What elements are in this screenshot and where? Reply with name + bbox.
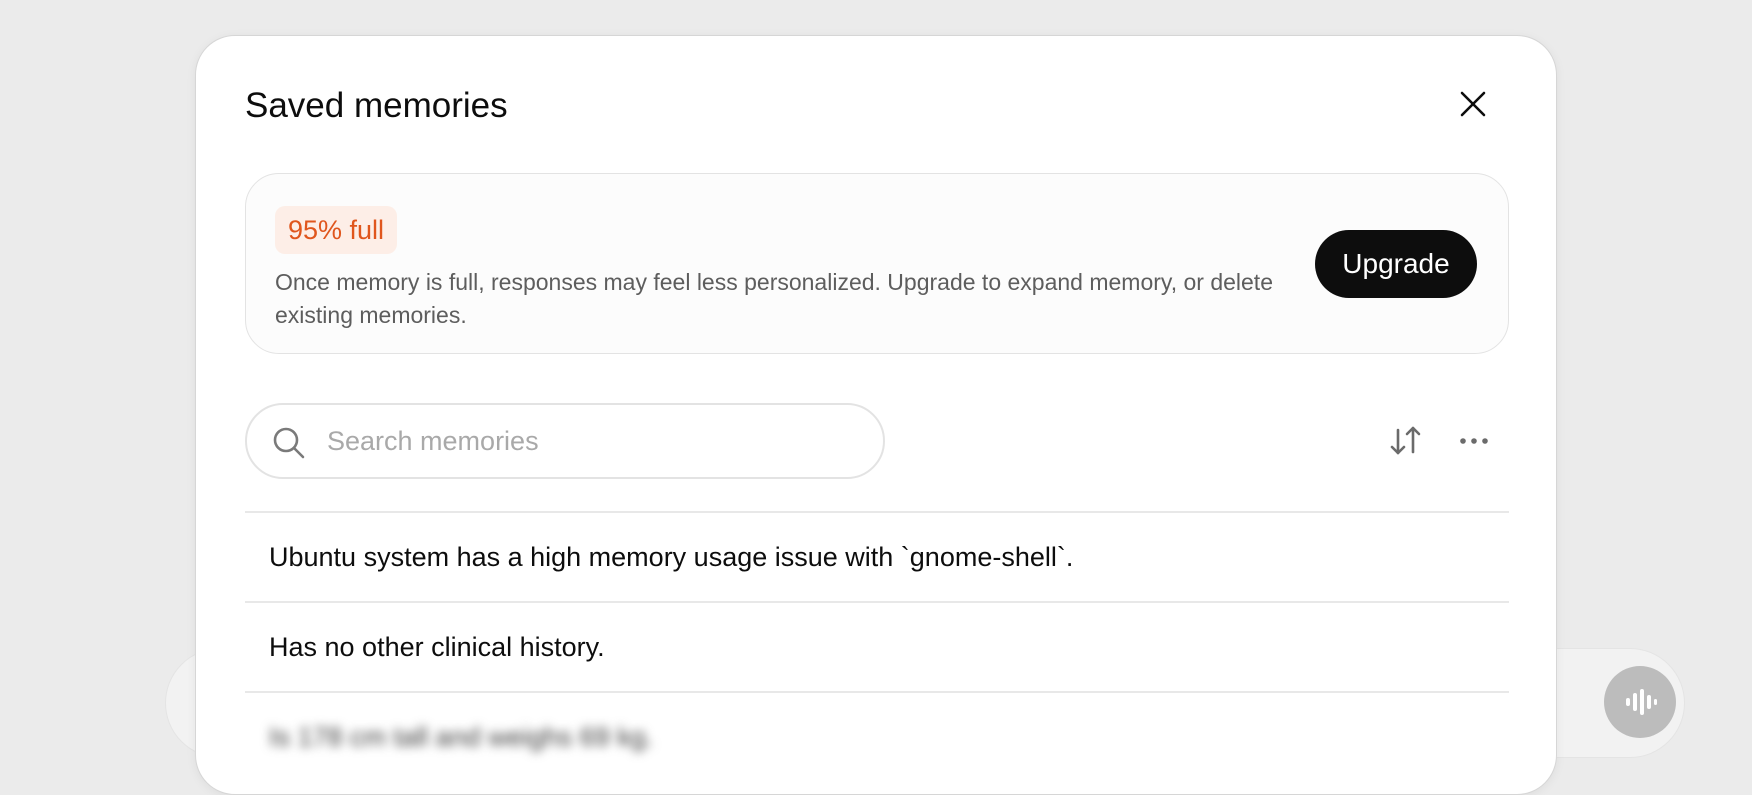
memory-usage-card: 95% full Once memory is full, responses … bbox=[245, 173, 1509, 354]
close-button[interactable] bbox=[1455, 86, 1491, 122]
memory-item[interactable]: Ubuntu system has a high memory usage is… bbox=[245, 511, 1509, 601]
search-icon bbox=[273, 427, 305, 459]
memory-full-badge: 95% full bbox=[275, 206, 398, 254]
saved-memories-modal: Saved memories 95% full Once memory is f… bbox=[195, 35, 1557, 795]
memory-list: Ubuntu system has a high memory usage is… bbox=[245, 511, 1509, 781]
memory-item-text: Ubuntu system has a high memory usage is… bbox=[269, 541, 1074, 572]
sort-arrows-icon bbox=[1390, 426, 1421, 455]
memory-item-text: Has no other clinical history. bbox=[269, 631, 605, 662]
modal-title: Saved memories bbox=[245, 86, 508, 125]
waveform-icon bbox=[1626, 689, 1657, 715]
close-icon bbox=[1460, 91, 1486, 117]
sort-button[interactable] bbox=[1386, 421, 1426, 461]
memory-item-text: Is 178 cm tall and weighs 69 kg. bbox=[269, 721, 654, 752]
upgrade-button[interactable]: Upgrade bbox=[1315, 230, 1477, 298]
memory-item[interactable]: Is 178 cm tall and weighs 69 kg. bbox=[245, 691, 1509, 781]
search-input[interactable] bbox=[327, 405, 867, 477]
search-box[interactable] bbox=[245, 403, 885, 479]
more-options-button[interactable] bbox=[1454, 421, 1494, 461]
more-horizontal-icon bbox=[1460, 438, 1488, 444]
memory-item[interactable]: Has no other clinical history. bbox=[245, 601, 1509, 691]
memory-usage-description: Once memory is full, responses may feel … bbox=[275, 269, 1273, 328]
background-voice-button bbox=[1604, 666, 1676, 738]
